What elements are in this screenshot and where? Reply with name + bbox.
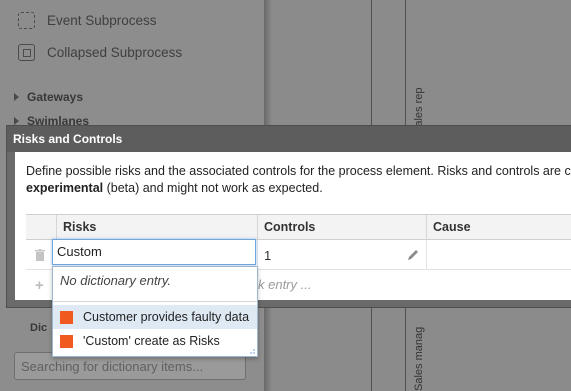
- risk-color-swatch: [60, 335, 73, 348]
- column-header-controls[interactable]: Controls: [257, 215, 426, 240]
- sidebar-item-collapsed-subprocess[interactable]: Collapsed Subprocess: [18, 44, 182, 61]
- description-text: Define possible risks and the associated…: [26, 164, 571, 178]
- autocomplete-dropdown: No dictionary entry. Customer provides f…: [52, 266, 258, 357]
- dropdown-separator: [53, 301, 257, 302]
- dialog-description: Define possible risks and the associated…: [26, 163, 571, 197]
- sidebar-group-gateways[interactable]: Gateways: [14, 90, 83, 104]
- autocomplete-item[interactable]: 'Custom' create as Risks: [53, 329, 257, 353]
- trash-icon[interactable]: [35, 249, 45, 261]
- controls-cell[interactable]: 1: [257, 240, 426, 270]
- description-bold: experimental: [26, 181, 104, 195]
- plus-icon[interactable]: +: [35, 277, 44, 294]
- dictionary-label: Dic: [30, 322, 48, 334]
- dialog-title[interactable]: Risks and Controls: [7, 126, 571, 152]
- sidebar-item-label: Collapsed Subprocess: [47, 45, 183, 60]
- column-header-cause[interactable]: Cause: [426, 215, 571, 240]
- column-header-risks[interactable]: Risks: [56, 215, 257, 240]
- add-entry-placeholder: k entry ...: [258, 277, 312, 292]
- lane-label-sales-manager: Sales manag: [413, 326, 425, 391]
- risk-input[interactable]: Custom: [52, 239, 256, 265]
- autocomplete-item-label: Customer provides faulty data: [83, 310, 250, 324]
- resize-handle-icon[interactable]: [250, 349, 255, 354]
- autocomplete-item-label: 'Custom' create as Risks: [83, 334, 220, 348]
- sidebar-item-label: Event Subprocess: [47, 13, 157, 28]
- no-entry-message: No dictionary entry.: [60, 273, 172, 288]
- controls-count: 1: [264, 248, 272, 263]
- caret-right-icon: [14, 117, 19, 125]
- cause-cell[interactable]: [426, 240, 571, 270]
- autocomplete-item[interactable]: Customer provides faulty data: [53, 305, 257, 329]
- description-rest: (beta) and might not work as expected.: [103, 181, 323, 195]
- risks-grid: Risks Controls Cause 1 + k entry ...: [26, 214, 571, 294]
- pencil-icon[interactable]: [406, 248, 420, 262]
- collapsed-subprocess-icon: [18, 44, 35, 61]
- caret-right-icon: [14, 93, 19, 101]
- sidebar-item-event-subprocess[interactable]: Event Subprocess: [18, 12, 157, 29]
- risk-color-swatch: [60, 311, 73, 324]
- grid-header: Risks Controls Cause: [26, 215, 571, 240]
- group-label: Gateways: [27, 90, 84, 104]
- event-subprocess-icon: [18, 12, 35, 29]
